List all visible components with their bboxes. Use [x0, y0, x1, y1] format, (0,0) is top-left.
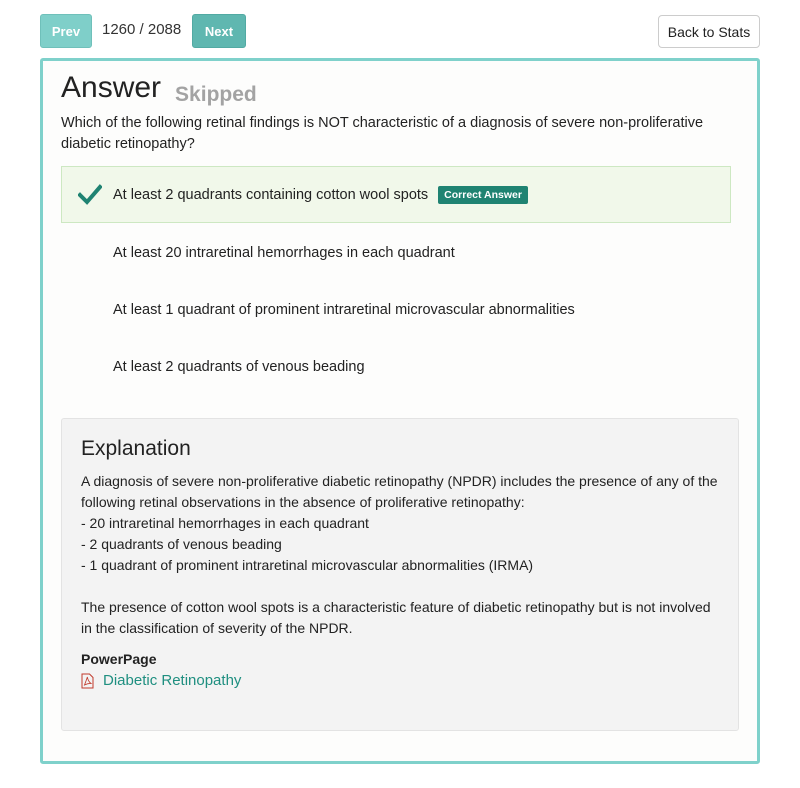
answer-option[interactable]: At least 1 quadrant of prominent intrare…	[61, 281, 731, 338]
check-icon	[78, 184, 102, 205]
answer-option[interactable]: At least 2 quadrants of venous beading	[61, 338, 731, 395]
powerpage-label: PowerPage	[81, 651, 157, 667]
explanation-body: A diagnosis of severe non-proliferative …	[81, 471, 721, 639]
prev-button[interactable]: Prev	[40, 14, 92, 48]
explanation-bullet: - 2 quadrants of venous beading	[81, 536, 282, 552]
top-navigation: Prev 1260 / 2088 Next Back to Stats	[40, 14, 760, 48]
explanation-bullet: - 1 quadrant of prominent intraretinal m…	[81, 557, 534, 573]
answer-heading: Answer Skipped	[61, 71, 257, 106]
explanation-panel: Explanation A diagnosis of severe non-pr…	[61, 418, 739, 731]
option-text: At least 1 quadrant of prominent intrare…	[113, 301, 575, 318]
powerpage-link[interactable]: Diabetic Retinopathy	[81, 672, 241, 689]
next-button[interactable]: Next	[192, 14, 246, 48]
explanation-text: The presence of cotton wool spots is a c…	[81, 599, 711, 636]
powerpage-link-text[interactable]: Diabetic Retinopathy	[103, 672, 241, 689]
answer-option[interactable]: At least 20 intraretinal hemorrhages in …	[61, 224, 731, 281]
explanation-bullet: - 20 intraretinal hemorrhages in each qu…	[81, 515, 369, 531]
back-to-stats-button[interactable]: Back to Stats	[658, 15, 760, 48]
answer-title: Answer	[61, 71, 162, 104]
answer-option-correct[interactable]: At least 2 quadrants containing cotton w…	[61, 166, 731, 223]
correct-answer-badge: Correct Answer	[438, 185, 528, 204]
option-text: At least 2 quadrants containing cotton w…	[113, 186, 429, 203]
option-text: At least 2 quadrants of venous beading	[113, 358, 365, 375]
question-counter: 1260 / 2088	[102, 21, 182, 38]
status-label: Skipped	[175, 83, 257, 106]
option-text: At least 20 intraretinal hemorrhages in …	[113, 244, 455, 261]
pdf-file-icon	[81, 673, 94, 688]
question-text: Which of the following retinal findings …	[61, 115, 704, 152]
explanation-title: Explanation	[81, 437, 191, 460]
answer-card: Answer Skipped Which of the following re…	[40, 58, 760, 764]
explanation-text: A diagnosis of severe non-proliferative …	[81, 473, 718, 510]
